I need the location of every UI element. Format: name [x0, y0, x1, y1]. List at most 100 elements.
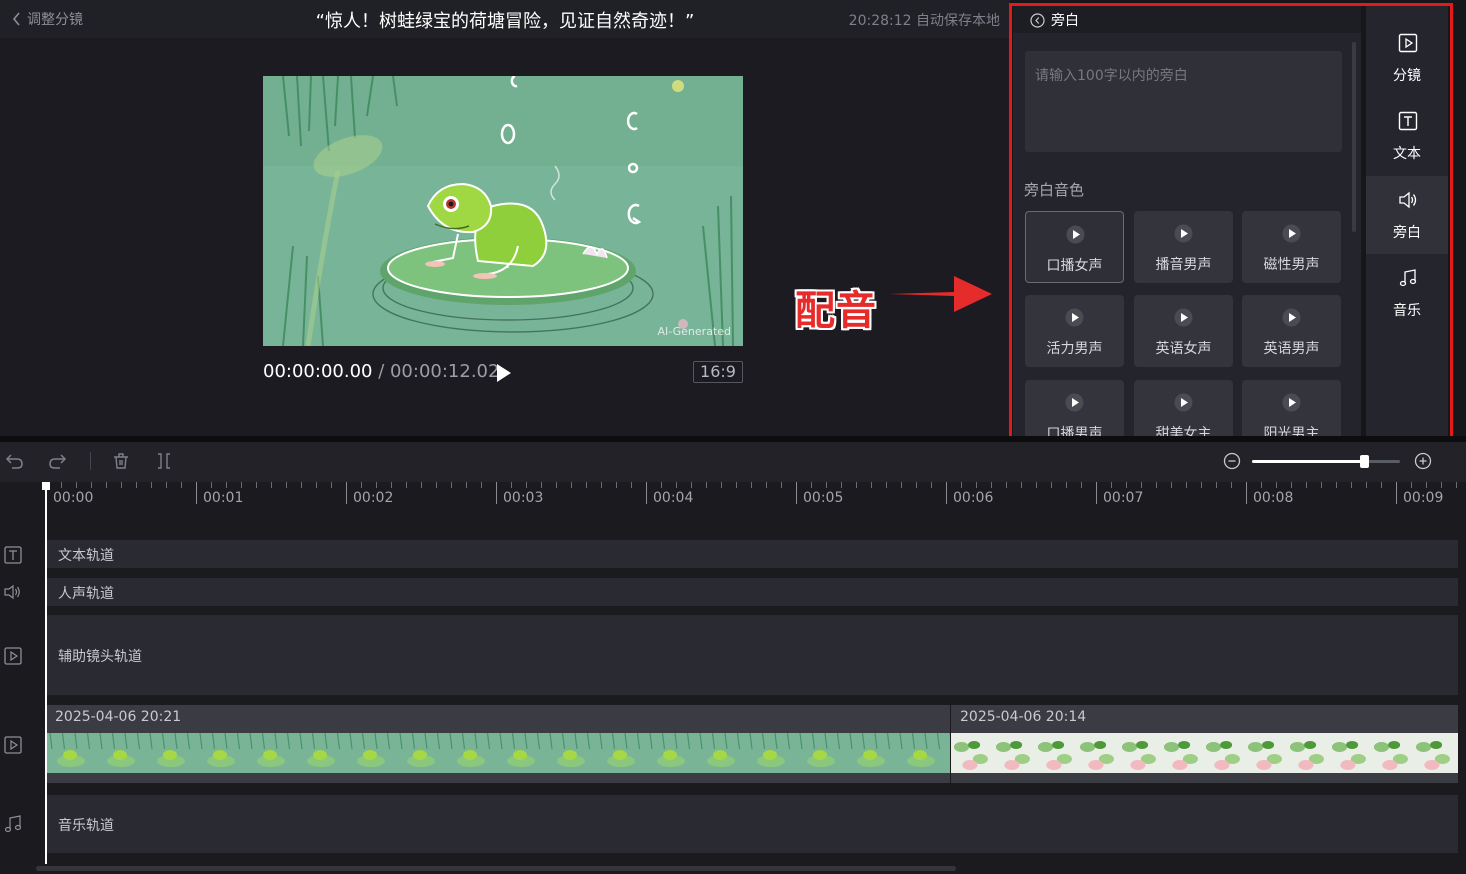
time-separator: / — [372, 361, 390, 382]
aux-shot-track[interactable]: 辅助镜头轨道 — [46, 615, 1458, 695]
thumbnail-frame — [146, 733, 196, 773]
zoom-in-icon[interactable] — [1414, 452, 1432, 470]
text-icon — [1398, 111, 1418, 131]
delete-icon[interactable] — [111, 451, 131, 471]
tool-narration[interactable]: 旁白 — [1366, 176, 1448, 254]
ruler-label: 00:01 — [203, 490, 244, 506]
play-circle-icon — [1282, 224, 1301, 243]
zoom-out-icon[interactable] — [1223, 452, 1241, 470]
music-track[interactable]: 音乐轨道 — [46, 795, 1458, 853]
tool-text[interactable]: 文本 — [1366, 97, 1448, 175]
voice-option[interactable]: 口播男声 — [1025, 380, 1124, 436]
thumbnail-frame — [246, 733, 296, 773]
right-gutter — [1457, 0, 1466, 436]
thumbnail-frame — [296, 733, 346, 773]
thumbnail-frame — [696, 733, 746, 773]
thumbnail-frame — [1119, 733, 1161, 773]
voice-label: 甜美女主 — [1155, 426, 1212, 436]
clip-thumbnails — [46, 733, 950, 773]
voice-section-label: 旁白音色 — [1024, 181, 1085, 199]
panel-scrollbar[interactable] — [1352, 42, 1356, 232]
voice-track-icon — [4, 584, 20, 600]
thumbnail-frame — [1329, 733, 1371, 773]
play-circle-icon — [1174, 224, 1193, 243]
thumbnail-frame — [346, 733, 396, 773]
voice-label: 英语男声 — [1263, 341, 1320, 357]
voice-label: 英语女声 — [1155, 341, 1212, 357]
voice-option[interactable]: 甜美女主 — [1134, 380, 1233, 436]
play-circle-icon — [1282, 393, 1301, 412]
ruler-label: 00:02 — [353, 490, 394, 506]
play-square-icon — [1398, 33, 1418, 53]
thumbnail-frame — [951, 733, 993, 773]
frog-scene-image — [263, 76, 743, 346]
circle-chevron-left-icon — [1030, 12, 1045, 28]
thumbnail-frame — [746, 733, 796, 773]
thumbnail-frame — [896, 733, 946, 773]
narration-panel: 旁白 旁白音色 口播女声 播音男声 磁性男声 活力男声 英语女声 英语男声 — [1013, 5, 1361, 436]
voice-track[interactable]: 人声轨道 — [46, 578, 1458, 606]
voice-option[interactable]: 阳光男主 — [1242, 380, 1341, 436]
voice-label: 阳光男主 — [1263, 426, 1320, 436]
voice-label: 口播女声 — [1046, 258, 1103, 274]
thumbnail-frame — [796, 733, 846, 773]
playhead[interactable] — [45, 486, 47, 864]
thumbnail-frame — [96, 733, 146, 773]
ruler-label: 00:08 — [1253, 490, 1294, 506]
aux-track-icon — [4, 647, 22, 665]
video-clip[interactable]: 2025-04-06 20:21 — [46, 705, 950, 783]
panel-header: 旁白 — [1013, 5, 1361, 33]
thumbnail-frame — [946, 733, 950, 773]
narration-input[interactable] — [1025, 51, 1342, 152]
play-circle-icon — [1174, 308, 1193, 327]
thumbnail-frame — [396, 733, 446, 773]
aspect-ratio-button[interactable]: 16:9 — [693, 361, 743, 383]
voice-option[interactable]: 口播女声 — [1025, 211, 1124, 283]
text-track[interactable]: 文本轨道 — [46, 540, 1458, 568]
ruler-label: 00:06 — [953, 490, 994, 506]
speaker-icon — [1399, 191, 1417, 209]
ruler-label: 00:03 — [503, 490, 544, 506]
tool-label: 分镜 — [1393, 68, 1421, 84]
video-clip[interactable]: 2025-04-06 20:14 — [951, 705, 1458, 783]
voice-option[interactable]: 英语男声 — [1242, 295, 1341, 367]
thumbnail-frame — [1203, 733, 1245, 773]
clip-date: 2025-04-06 20:14 — [960, 709, 1087, 725]
time-display: 00:00:00.00 / 00:00:12.02 — [263, 361, 499, 382]
current-time: 00:00:00.00 — [263, 361, 373, 382]
play-circle-icon — [1066, 225, 1085, 244]
voice-option[interactable]: 英语女声 — [1134, 295, 1233, 367]
zoom-slider-handle[interactable] — [1360, 455, 1369, 468]
undo-icon[interactable] — [4, 451, 24, 471]
tool-storyboard[interactable]: 分镜 — [1366, 19, 1448, 97]
thumbnail-frame — [646, 733, 696, 773]
timeline-scrollbar[interactable] — [36, 866, 956, 871]
thumbnail-frame — [546, 733, 596, 773]
play-circle-icon — [1065, 393, 1084, 412]
ruler-label: 00:05 — [803, 490, 844, 506]
thumbnail-frame — [846, 733, 896, 773]
redo-icon[interactable] — [48, 451, 68, 471]
zoom-slider-fill — [1252, 460, 1364, 463]
voice-option[interactable]: 活力男声 — [1025, 295, 1124, 367]
play-icon[interactable] — [494, 362, 514, 384]
lilypad-thumbnail-strip — [951, 733, 1458, 773]
ruler-label: 00:00 — [53, 490, 94, 506]
preview-area: AI-Generated 00:00:00.00 / 00:00:12.02 1… — [0, 38, 1010, 436]
voice-option[interactable]: 磁性男声 — [1242, 211, 1341, 283]
video-track-icon — [4, 736, 22, 754]
split-icon[interactable] — [154, 451, 174, 471]
panel-back-button[interactable]: 旁白 — [1030, 10, 1079, 30]
thumbnail-frame — [446, 733, 496, 773]
music-note-icon — [1399, 269, 1417, 287]
voice-grid: 口播女声 播音男声 磁性男声 活力男声 英语女声 英语男声 口播男声 甜美女主 — [1025, 211, 1342, 436]
text-track-icon — [4, 546, 22, 564]
tool-music[interactable]: 音乐 — [1366, 254, 1448, 332]
voice-option[interactable]: 播音男声 — [1134, 211, 1233, 283]
play-circle-icon — [1174, 393, 1193, 412]
ruler-label: 00:07 — [1103, 490, 1144, 506]
tool-label: 文本 — [1393, 146, 1421, 162]
panel-title: 旁白 — [1051, 13, 1079, 29]
watermark: AI-Generated — [657, 325, 732, 338]
video-preview[interactable]: AI-Generated — [263, 76, 743, 346]
